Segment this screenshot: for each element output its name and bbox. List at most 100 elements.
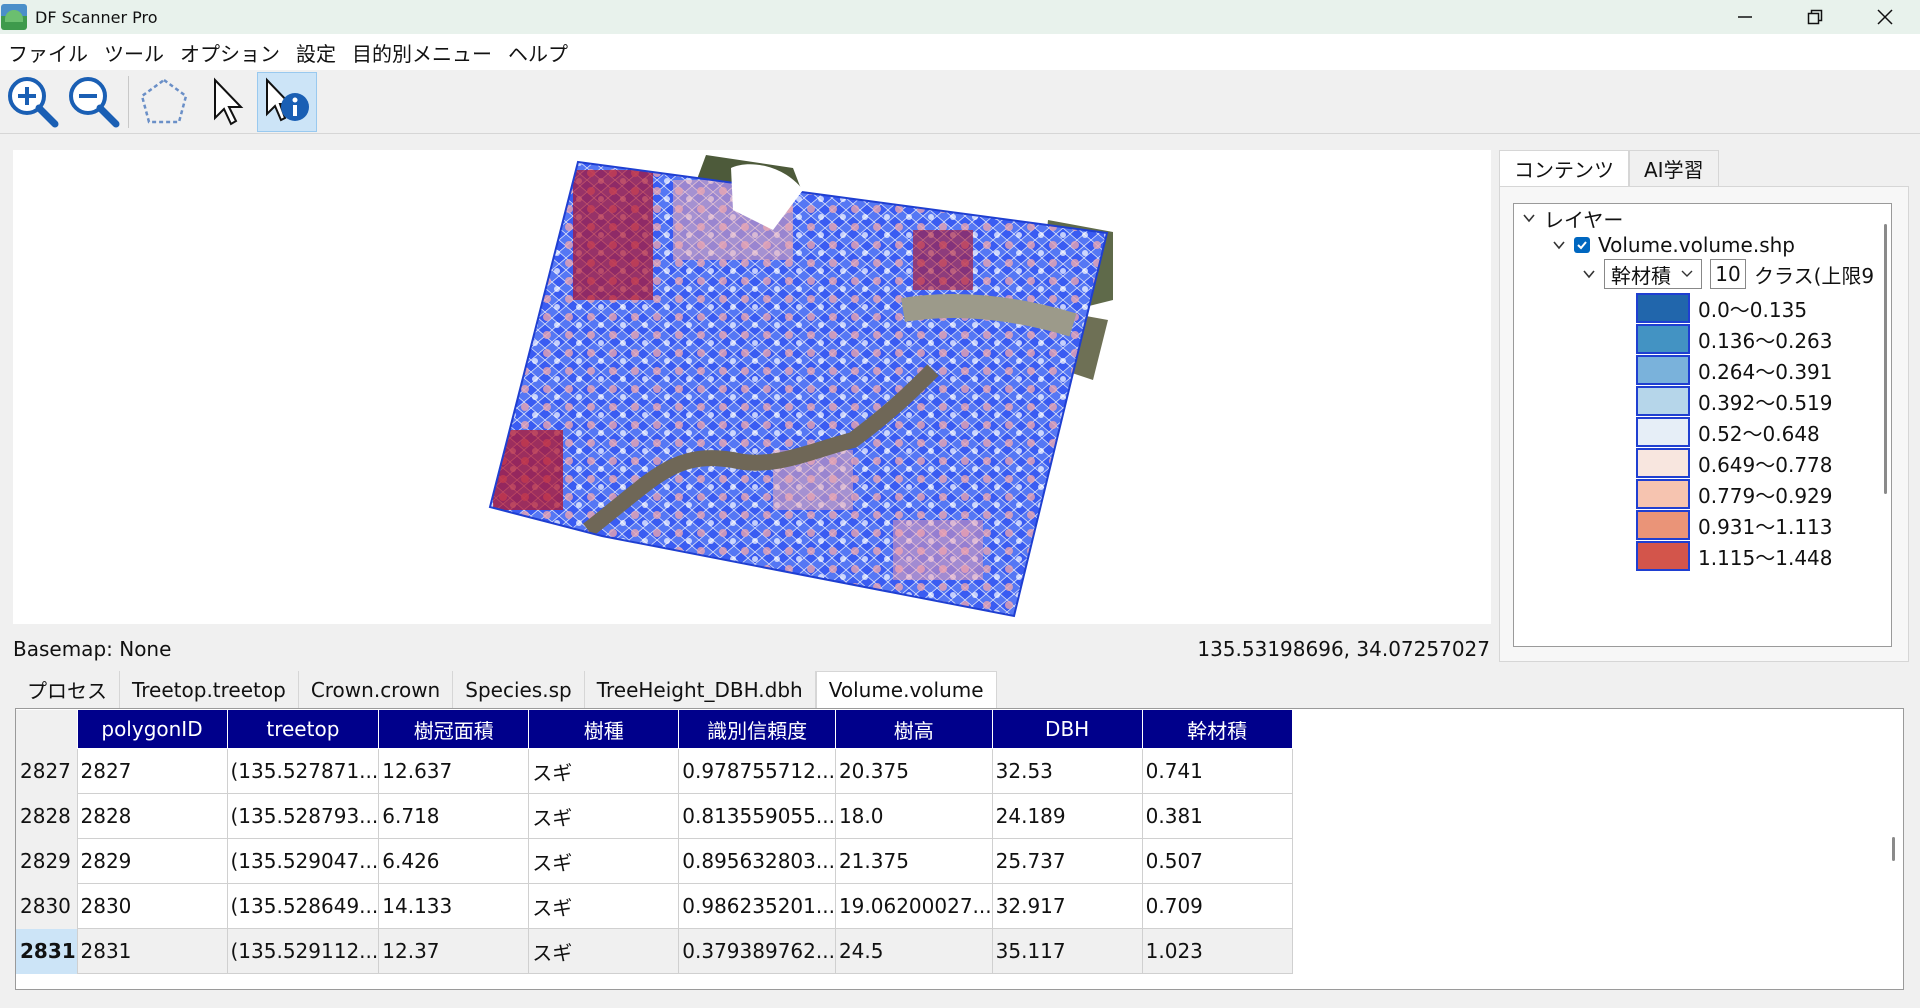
table-cell[interactable]: 32.917 [991, 883, 1143, 929]
table-cell[interactable]: 6.426 [378, 838, 530, 884]
table-cell[interactable]: スギ [528, 928, 680, 974]
table-cell[interactable]: 0.978755712... [678, 748, 836, 794]
legend-swatch[interactable] [1636, 386, 1690, 416]
legend-item[interactable]: 1.115〜1.448 [1636, 540, 1833, 572]
row-header[interactable]: 2831 [16, 928, 77, 974]
column-header[interactable]: 樹冠面積 [378, 709, 530, 749]
column-header[interactable]: 樹種 [528, 709, 680, 749]
table-cell[interactable]: 24.5 [834, 928, 993, 974]
table-cell[interactable]: 2829 [76, 838, 228, 884]
zoom-in-button[interactable] [3, 72, 63, 132]
table-row[interactable]: 2829 2829 (135.529047... 6.426 スギ 0.895632803… [16, 838, 1293, 884]
table-cell[interactable]: (135.527871... [226, 748, 380, 794]
table-cell[interactable]: 19.06200027... [834, 883, 993, 929]
tab-treetop[interactable]: Treetop.treetop [120, 671, 299, 708]
table-cell[interactable]: 0.507 [1141, 838, 1293, 884]
info-pointer-button[interactable] [257, 72, 317, 132]
table-cell[interactable]: 0.381 [1141, 793, 1293, 839]
table-cell[interactable]: 6.718 [378, 793, 530, 839]
menu-options[interactable]: オプション [180, 38, 280, 67]
column-header[interactable]: 幹材積 [1141, 709, 1293, 749]
column-header[interactable]: 樹高 [834, 709, 993, 749]
tab-crown[interactable]: Crown.crown [298, 671, 454, 708]
legend-item[interactable]: 0.136〜0.263 [1636, 323, 1833, 355]
menu-purpose[interactable]: 目的別メニュー [352, 38, 492, 67]
table-cell[interactable]: 32.53 [991, 748, 1143, 794]
legend-item[interactable]: 0.0〜0.135 [1636, 292, 1807, 324]
row-header[interactable]: 2830 [16, 883, 77, 929]
column-header[interactable]: DBH [991, 709, 1143, 749]
legend-item[interactable]: 0.779〜0.929 [1636, 478, 1833, 510]
table-cell[interactable]: (135.528793... [226, 793, 380, 839]
table-row[interactable]: 2827 2827 (135.527871... 12.637 スギ 0.97875571… [16, 748, 1293, 794]
table-cell[interactable]: 21.375 [834, 838, 993, 884]
legend-item[interactable]: 0.931〜1.113 [1636, 509, 1833, 541]
tree-layer-row[interactable]: Volume.volume.shp [1550, 231, 1795, 259]
legend-item[interactable]: 0.392〜0.519 [1636, 385, 1833, 417]
legend-swatch[interactable] [1636, 510, 1690, 540]
map-view[interactable] [13, 150, 1491, 624]
table-cell[interactable]: 2828 [76, 793, 228, 839]
table-cell[interactable]: スギ [528, 883, 680, 929]
table-cell[interactable]: 25.737 [991, 838, 1143, 884]
tree-scrollbar[interactable] [1884, 224, 1887, 494]
tab-treeheight-dbh[interactable]: TreeHeight_DBH.dbh [584, 671, 816, 708]
legend-swatch[interactable] [1636, 541, 1690, 571]
table-cell[interactable]: (135.528649... [226, 883, 380, 929]
table-cell[interactable]: 0.709 [1141, 883, 1293, 929]
menu-help[interactable]: ヘルプ [508, 38, 568, 67]
table-cell[interactable]: スギ [528, 748, 680, 794]
table-scrollbar[interactable] [1892, 837, 1895, 861]
legend-swatch[interactable] [1636, 293, 1690, 323]
row-header[interactable]: 2828 [16, 793, 77, 839]
tree-root-row[interactable]: レイヤー [1520, 204, 1623, 232]
legend-swatch[interactable] [1636, 355, 1690, 385]
column-header[interactable]: 識別信頼度 [678, 709, 836, 749]
table-cell[interactable]: 2831 [76, 928, 228, 974]
table-cell[interactable]: 2830 [76, 883, 228, 929]
legend-item[interactable]: 0.264〜0.391 [1636, 354, 1833, 386]
legend-swatch[interactable] [1636, 479, 1690, 509]
chevron-down-icon[interactable] [1520, 209, 1538, 227]
table-cell[interactable]: (135.529112... [226, 928, 380, 974]
table-row[interactable]: 2831 2831 (135.529112... 12.37 スギ 0.379389762… [16, 928, 1293, 974]
table-row[interactable]: 2830 2830 (135.528649... 14.133 スギ 0.98623520… [16, 883, 1293, 929]
map-canvas[interactable] [13, 150, 1491, 624]
chevron-down-icon[interactable] [1580, 265, 1598, 283]
legend-swatch[interactable] [1636, 417, 1690, 447]
row-header[interactable]: 2829 [16, 838, 77, 884]
tab-species[interactable]: Species.sp [453, 671, 585, 708]
restore-button[interactable] [1780, 0, 1850, 34]
table-cell[interactable]: 0.986235201... [678, 883, 836, 929]
column-header[interactable]: polygonID [76, 709, 228, 749]
table-cell[interactable]: 35.117 [991, 928, 1143, 974]
class-count-input[interactable]: 10 [1710, 259, 1746, 289]
table-cell[interactable]: スギ [528, 793, 680, 839]
table-cell[interactable]: 0.895632803... [678, 838, 836, 884]
minimize-button[interactable] [1710, 0, 1780, 34]
legend-item[interactable]: 0.52〜0.648 [1636, 416, 1820, 448]
zoom-out-button[interactable] [64, 72, 124, 132]
layer-tree[interactable]: レイヤー Volume.volume.shp 幹材積 10 クラス(上限9 0.… [1513, 203, 1892, 647]
table-row[interactable]: 2828 2828 (135.528793... 6.718 スギ 0.813559055… [16, 793, 1293, 839]
tab-process[interactable]: プロセス [15, 671, 120, 708]
menu-settings[interactable]: 設定 [296, 38, 336, 67]
layer-checkbox[interactable] [1574, 237, 1590, 253]
tab-volume[interactable]: Volume.volume [815, 671, 997, 708]
table-cell[interactable]: 0.813559055... [678, 793, 836, 839]
column-header[interactable]: treetop [226, 709, 380, 749]
menu-file[interactable]: ファイル [8, 38, 88, 67]
legend-swatch[interactable] [1636, 324, 1690, 354]
table-cell[interactable]: (135.529047... [226, 838, 380, 884]
field-select[interactable]: 幹材積 [1604, 259, 1702, 289]
table-cell[interactable]: 14.133 [378, 883, 530, 929]
table-cell[interactable]: 1.023 [1141, 928, 1293, 974]
table-cell[interactable]: 0.379389762... [678, 928, 836, 974]
row-header[interactable]: 2827 [16, 748, 77, 794]
table-cell[interactable]: 18.0 [834, 793, 993, 839]
table-cell[interactable]: 20.375 [834, 748, 993, 794]
table-cell[interactable]: 12.37 [378, 928, 530, 974]
legend-swatch[interactable] [1636, 448, 1690, 478]
tab-contents[interactable]: コンテンツ [1499, 150, 1629, 186]
legend-item[interactable]: 0.649〜0.778 [1636, 447, 1833, 479]
